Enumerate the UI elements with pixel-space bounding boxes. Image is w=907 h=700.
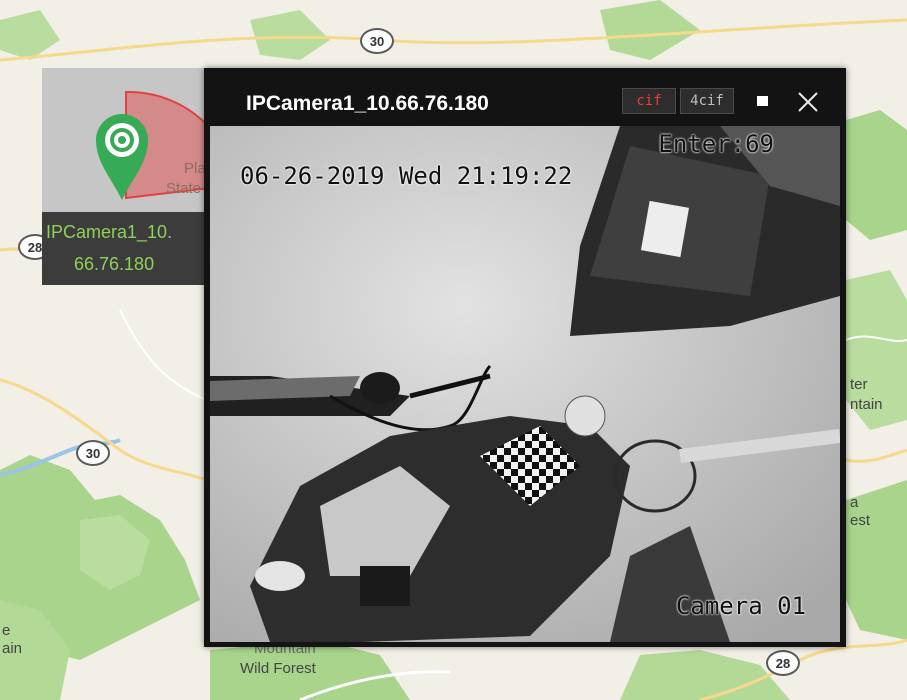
osd-camera-name: Camera 01 <box>675 592 806 620</box>
osd-timestamp: 06-26-2019 Wed 21:19:22 <box>240 162 573 190</box>
camera-pin-icon[interactable] <box>92 106 152 206</box>
map-place-label: a <box>850 494 859 511</box>
minimize-button[interactable] <box>752 90 774 112</box>
map-place-label: ntain <box>850 396 883 413</box>
route-shield: 28 <box>766 650 800 676</box>
route-shield: 30 <box>360 28 394 54</box>
map-place-label: ter <box>850 376 868 393</box>
close-icon <box>798 92 818 112</box>
map-place-label: State <box>166 180 202 197</box>
camera-marker-label[interactable]: IPCamera1_10. 66.76.180 <box>42 212 210 285</box>
minimize-icon <box>757 96 768 106</box>
camera-window-title: IPCamera1_10.66.76.180 <box>246 92 489 115</box>
camera-preview-window[interactable]: IPCamera1_10.66.76.180 cif 4cif Enter:69… <box>204 68 846 647</box>
video-frame-image <box>210 126 840 642</box>
map-place-label: ain <box>2 640 23 657</box>
map-place-label: Wild Forest <box>240 660 316 677</box>
map-place-label: est <box>850 512 871 529</box>
map-place-label: e <box>2 622 11 639</box>
live-video-feed[interactable]: Enter:69 06-26-2019 Wed 21:19:22 Camera … <box>210 126 840 642</box>
camera-marker-label-line1: IPCamera1_10. <box>46 222 173 242</box>
osd-enter-count: Enter:69 <box>658 130 774 158</box>
camera-marker-label-line2: 66.76.180 <box>74 254 155 274</box>
4cif-resolution-button[interactable]: 4cif <box>680 88 734 114</box>
close-button[interactable] <box>794 88 822 116</box>
map-place-label: Pla <box>184 160 206 177</box>
route-shield: 30 <box>76 440 110 466</box>
cif-resolution-button[interactable]: cif <box>622 88 676 114</box>
